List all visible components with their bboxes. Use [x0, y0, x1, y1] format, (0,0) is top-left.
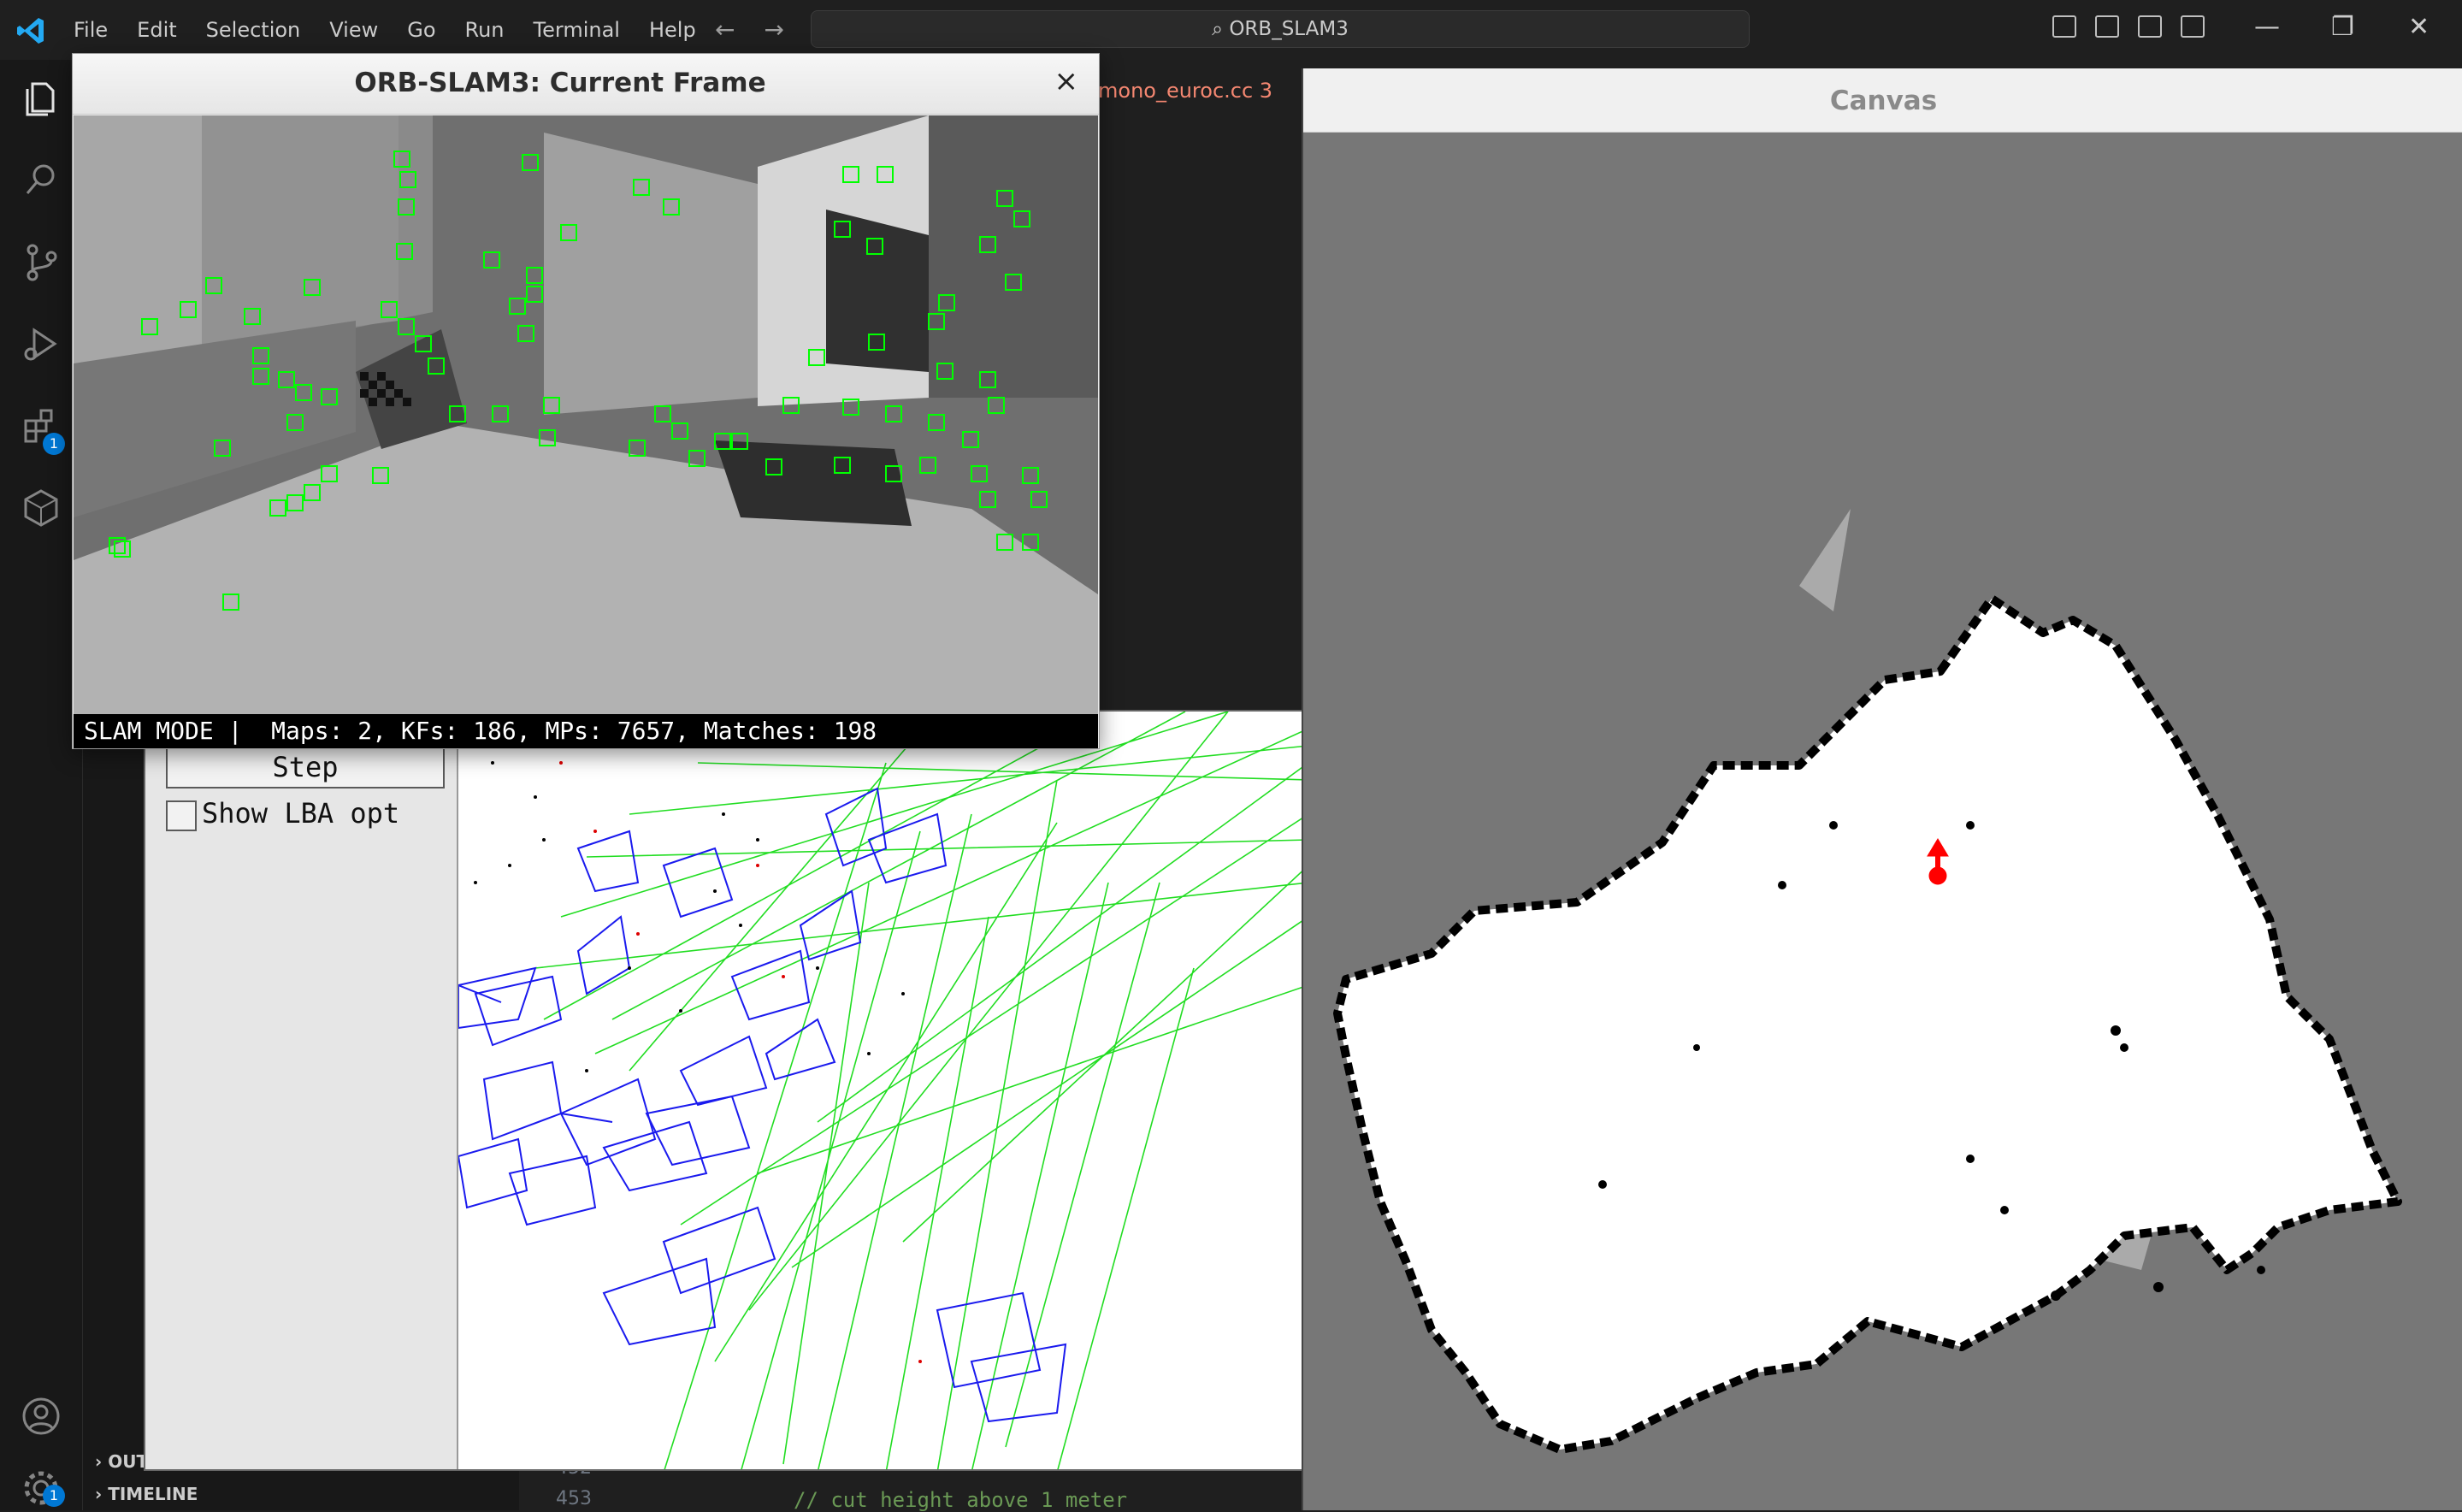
show-lba-label: Show LBA opt — [202, 797, 400, 830]
close-window-button[interactable]: ✕ — [2408, 12, 2430, 42]
command-center-text: ORB_SLAM3 — [1229, 18, 1349, 40]
timeline-section[interactable]: › TIMELINE — [83, 1478, 519, 1510]
menu-view[interactable]: View — [329, 15, 378, 44]
chevron-right-icon: › — [95, 1451, 103, 1472]
menu-help[interactable]: Help — [649, 15, 696, 44]
back-arrow-icon[interactable]: ← — [715, 15, 735, 44]
viewer-control-panel: Step Show LBA opt — [145, 712, 458, 1469]
current-frame-window: ORB-SLAM3: Current Frame × SLAM MODE | M… — [72, 53, 1100, 749]
menu-terminal[interactable]: Terminal — [534, 15, 620, 44]
close-icon[interactable]: × — [1054, 64, 1079, 98]
forward-arrow-icon[interactable]: → — [764, 15, 783, 44]
settings-badge: 1 — [43, 1485, 65, 1507]
line-number: 453 — [556, 1488, 592, 1509]
menu-run[interactable]: Run — [465, 15, 505, 44]
canvas-title-bar: Canvas — [1303, 68, 2462, 133]
title-bar: File Edit Selection View Go Run Terminal… — [0, 0, 2462, 60]
canvas-title: Canvas — [1829, 86, 1938, 116]
reference-points — [559, 761, 922, 1363]
editor-tab[interactable]: mono_euroc.cc 3 — [1098, 72, 1272, 109]
current-frame-title-bar[interactable]: ORB-SLAM3: Current Frame × — [73, 54, 1099, 115]
vscode-logo-icon — [17, 18, 44, 44]
keyframe-frustums — [458, 787, 1067, 1423]
tracking-status-bar: SLAM MODE | Maps: 2, KFs: 186, MPs: 7657… — [74, 714, 1098, 748]
activity-bar: 1 1 — [0, 60, 83, 1510]
restore-button[interactable]: ❐ — [2331, 12, 2354, 42]
toggle-secondary-sidebar-icon[interactable] — [2138, 15, 2162, 38]
customize-layout-icon[interactable] — [2181, 15, 2205, 38]
chevron-right-icon: › — [95, 1484, 103, 1504]
canvas-window: Canvas — [1302, 68, 2462, 1510]
explorer-icon[interactable] — [21, 77, 62, 118]
nav-arrows: ← → — [715, 15, 813, 44]
layout-controls — [2052, 15, 2223, 41]
map-viewer-window: Step Show LBA opt — [144, 710, 1307, 1471]
outline-section-label: OUT — [108, 1451, 149, 1472]
menu-edit[interactable]: Edit — [137, 15, 176, 44]
camera-frame-image — [74, 115, 1098, 714]
show-lba-checkbox[interactable] — [166, 800, 197, 831]
run-debug-icon[interactable] — [21, 323, 62, 364]
code-comment: // cut height above 1 meter — [794, 1488, 1128, 1512]
covisibility-graph — [534, 712, 1305, 1469]
minimize-button[interactable]: — — [2254, 12, 2280, 42]
toggle-primary-sidebar-icon[interactable] — [2052, 15, 2076, 38]
map-3d-view[interactable] — [458, 712, 1307, 1471]
menu-go[interactable]: Go — [407, 15, 435, 44]
menu-file[interactable]: File — [74, 15, 108, 44]
timeline-section-label: TIMELINE — [108, 1484, 198, 1504]
step-button[interactable]: Step — [166, 746, 445, 788]
menu-bar: File Edit Selection View Go Run Terminal… — [74, 15, 725, 44]
command-center-search[interactable]: ⌕ ORB_SLAM3 — [811, 10, 1750, 48]
account-icon[interactable] — [21, 1396, 62, 1437]
occupancy-grid-map[interactable] — [1303, 133, 2462, 1510]
toggle-panel-icon[interactable] — [2095, 15, 2119, 38]
current-frame-title: ORB-SLAM3: Current Frame — [354, 68, 766, 98]
search-icon: ⌕ — [1212, 18, 1224, 40]
search-icon[interactable] — [21, 159, 62, 200]
remote-icon[interactable] — [21, 487, 62, 529]
menu-selection[interactable]: Selection — [206, 15, 301, 44]
extensions-badge: 1 — [43, 433, 65, 455]
source-control-icon[interactable] — [21, 241, 62, 282]
